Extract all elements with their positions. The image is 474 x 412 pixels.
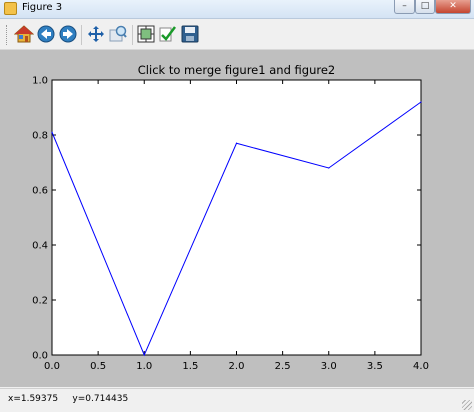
resize-grip[interactable] (462, 400, 472, 410)
home-icon (14, 25, 34, 43)
home-button[interactable] (13, 23, 35, 45)
subplots-icon (137, 25, 155, 43)
toolbar-separator (132, 25, 133, 45)
pan-icon (88, 26, 104, 42)
y-tick-label: 0.2 (32, 296, 48, 307)
data-point (235, 142, 238, 144)
forward-button[interactable] (57, 23, 79, 45)
figure-canvas[interactable]: Click to merge figure1 and figure2 0.0 0.… (0, 50, 474, 387)
navigation-toolbar (0, 19, 474, 50)
data-point (51, 131, 53, 133)
x-tick-label: 2.0 (229, 361, 245, 372)
y-tick-label: 0.8 (32, 131, 48, 142)
minimize-button[interactable]: – (394, 0, 415, 14)
app-icon (4, 2, 17, 15)
x-tick-label: 1.0 (136, 361, 152, 372)
toolbar-separator (81, 25, 82, 45)
cursor-coordinates: x=1.59375 y=0.714435 (8, 394, 129, 404)
toolbar-grip (6, 25, 10, 45)
y-tick-label: 1.0 (32, 76, 48, 87)
maximize-button[interactable]: □ (415, 0, 435, 14)
pan-button[interactable] (85, 23, 107, 45)
x-tick-label: 4.0 (413, 361, 429, 372)
chart-title: Click to merge figure1 and figure2 (138, 63, 335, 77)
subplots-button[interactable] (135, 23, 157, 45)
x-tick-label: 0.5 (90, 361, 106, 372)
zoom-button[interactable] (107, 23, 129, 45)
back-icon (37, 25, 55, 43)
data-point (328, 167, 330, 169)
plot-area (51, 79, 422, 356)
back-button[interactable] (35, 23, 57, 45)
data-point (420, 101, 422, 103)
close-button[interactable]: ✕ (435, 0, 471, 14)
edit-check-icon (159, 26, 176, 42)
y-tick-label: 0.0 (32, 351, 48, 362)
zoom-icon (109, 25, 127, 42)
status-bar: x=1.59375 y=0.714435 (0, 388, 474, 412)
customize-button[interactable] (157, 23, 179, 45)
x-tick-label: 1.5 (182, 361, 198, 372)
y-tick-label: 0.4 (32, 241, 48, 252)
data-point (143, 354, 145, 356)
forward-icon (59, 25, 77, 43)
x-tick-label: 2.5 (275, 361, 291, 372)
x-tick-label: 0.0 (44, 361, 60, 372)
x-tick-label: 3.5 (367, 361, 383, 372)
save-button[interactable] (179, 23, 201, 45)
save-icon (181, 25, 199, 43)
window-titlebar: Figure 3 – □ ✕ (0, 0, 474, 19)
line-chart[interactable]: Click to merge figure1 and figure2 0.0 0.… (0, 50, 474, 387)
x-tick-label: 3.0 (321, 361, 337, 372)
window-title: Figure 3 (22, 2, 63, 13)
y-tick-label: 0.6 (32, 186, 48, 197)
